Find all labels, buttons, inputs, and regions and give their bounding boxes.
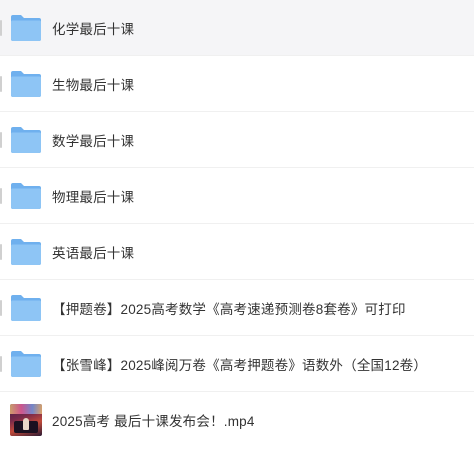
list-item[interactable]: 化学最后十课 [0, 0, 474, 56]
file-name[interactable]: 2025高考 最后十课发布会！.mp4 [52, 410, 255, 430]
folder-icon [10, 180, 42, 210]
presenter-figure [23, 418, 29, 430]
folder-icon [10, 68, 42, 98]
row-checkbox[interactable] [0, 355, 2, 372]
file-list: 化学最后十课 生物最后十课 数学最后十课 物理最后十课 英语最后十课 【押题卷】… [0, 0, 474, 462]
row-checkbox[interactable] [0, 131, 2, 148]
row-checkbox[interactable] [0, 187, 2, 204]
row-checkbox[interactable] [0, 19, 2, 36]
stage-lights [10, 404, 42, 414]
row-checkbox[interactable] [0, 75, 2, 92]
file-name[interactable]: 化学最后十课 [52, 18, 134, 38]
file-name[interactable]: 生物最后十课 [52, 74, 134, 94]
list-item[interactable]: 生物最后十课 [0, 56, 474, 112]
row-checkbox[interactable] [0, 299, 2, 316]
list-item[interactable]: 物理最后十课 [0, 168, 474, 224]
folder-icon [10, 348, 42, 378]
folder-icon [10, 236, 42, 266]
list-item[interactable]: 英语最后十课 [0, 224, 474, 280]
row-checkbox[interactable] [0, 243, 2, 260]
folder-icon [10, 292, 42, 322]
video-thumbnail-icon [10, 404, 42, 436]
file-name[interactable]: 物理最后十课 [52, 186, 134, 206]
list-item[interactable]: 【张雪峰】2025峰阅万卷《高考押题卷》语数外（全国12卷） [0, 336, 474, 392]
list-item[interactable]: 2025高考 最后十课发布会！.mp4 [0, 392, 474, 448]
folder-icon [10, 12, 42, 42]
file-name[interactable]: 【张雪峰】2025峰阅万卷《高考押题卷》语数外（全国12卷） [52, 354, 427, 374]
list-item[interactable]: 数学最后十课 [0, 112, 474, 168]
file-name[interactable]: 英语最后十课 [52, 242, 134, 262]
folder-icon [10, 124, 42, 154]
list-item[interactable]: 【押题卷】2025高考数学《高考速递预测卷8套卷》可打印 [0, 280, 474, 336]
file-name[interactable]: 【押题卷】2025高考数学《高考速递预测卷8套卷》可打印 [52, 298, 406, 318]
file-name[interactable]: 数学最后十课 [52, 130, 134, 150]
